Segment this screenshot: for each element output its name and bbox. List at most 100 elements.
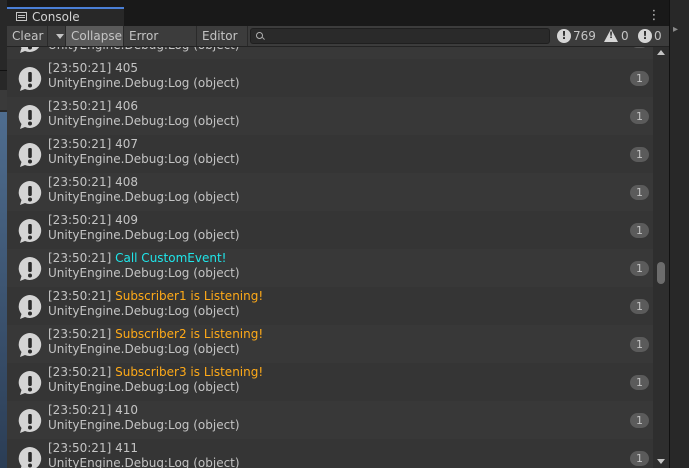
- collapse-toggle[interactable]: Collapse: [66, 26, 124, 46]
- collapse-label: Collapse: [71, 29, 122, 43]
- log-entry-source: UnityEngine.Debug:Log (object): [48, 228, 240, 242]
- log-entry-line: [23:50:21] Subscriber1 is Listening!: [48, 289, 263, 303]
- log-entry-time: [23:50:21] 409: [48, 213, 138, 227]
- warning-icon[interactable]: !: [604, 29, 618, 42]
- log-entry-count-badge: 1: [630, 337, 649, 352]
- log-entry-line: [23:50:21] 409: [48, 213, 138, 227]
- log-entry-time: [23:50:21]: [48, 289, 112, 303]
- log-entry-line: [23:50:21] Subscriber3 is Listening!: [48, 365, 263, 379]
- log-entry-message: Subscriber2 is Listening!: [115, 327, 264, 341]
- log-entry-source: UnityEngine.Debug:Log (object): [48, 266, 240, 280]
- log-entry-count-badge: 1: [630, 223, 649, 238]
- log-count[interactable]: 769: [573, 26, 596, 46]
- scene-view-fragment: [0, 112, 7, 468]
- clear-label: Clear: [12, 29, 44, 43]
- info-message-icon: [17, 256, 43, 282]
- clear-button[interactable]: Clear: [7, 26, 48, 46]
- info-message-icon: [17, 180, 43, 206]
- log-entry-time: [23:50:21] 408: [48, 175, 138, 189]
- editor-dropdown[interactable]: Editor: [197, 26, 248, 59]
- log-entry[interactable]: [23:50:21] 405 UnityEngine.Debug:Log (obj…: [7, 59, 653, 97]
- console-window: Console ⋮ Clear Collapse Error Pause Edi…: [7, 7, 669, 468]
- info-icon[interactable]: !: [557, 29, 571, 43]
- log-entry-time: [23:50:21]: [48, 251, 112, 265]
- log-entry[interactable]: [23:50:21] 410 UnityEngine.Debug:Log (obj…: [7, 401, 653, 439]
- log-entry[interactable]: [23:50:21] 408 UnityEngine.Debug:Log (obj…: [7, 173, 653, 211]
- log-entry-line: [23:50:21] 405: [48, 61, 138, 75]
- log-entry-count-badge: 1: [630, 451, 649, 466]
- log-entry-source: UnityEngine.Debug:Log (object): [48, 418, 240, 432]
- divider: [669, 0, 670, 468]
- tab-console[interactable]: Console: [7, 7, 124, 26]
- log-entry-time: [23:50:21] 407: [48, 137, 138, 151]
- clear-options-dropdown[interactable]: [48, 26, 66, 46]
- error-icon[interactable]: !: [638, 29, 652, 43]
- log-entry-message: Subscriber3 is Listening!: [115, 365, 264, 379]
- log-entry-source: UnityEngine.Debug:Log (object): [48, 456, 240, 468]
- log-entry-count-badge: 1: [630, 261, 649, 276]
- tab-label: Console: [32, 10, 80, 24]
- error-pause-toggle[interactable]: Error Pause: [124, 26, 197, 63]
- divider: [0, 70, 7, 71]
- log-entry-source: UnityEngine.Debug:Log (object): [48, 114, 240, 128]
- editor-label: Editor: [202, 29, 238, 43]
- log-entry-time: [23:50:21] 411: [48, 441, 138, 455]
- log-entry[interactable]: [23:50:21] Call CustomEvent! UnityEngine.…: [7, 249, 653, 287]
- log-entry-source: UnityEngine.Debug:Log (object): [48, 152, 240, 166]
- console-toolbar: Clear Collapse Error Pause Editor ! 769 …: [7, 26, 669, 63]
- log-entry-line: [23:50:21] 407: [48, 137, 138, 151]
- scroll-up-arrow-icon[interactable]: [657, 50, 665, 55]
- log-entry-count-badge: 1: [630, 185, 649, 200]
- log-entry-line: [23:50:21] 410: [48, 403, 138, 417]
- right-panel-edge: ▸: [669, 0, 689, 468]
- log-entry-message: Subscriber1 is Listening!: [115, 289, 264, 303]
- info-message-icon: [17, 294, 43, 320]
- log-entry-count-badge: 1: [630, 147, 649, 162]
- info-message-icon: [17, 66, 43, 92]
- log-entry-source: UnityEngine.Debug:Log (object): [48, 190, 240, 204]
- info-message-icon: [17, 446, 43, 468]
- panel-fragment: [0, 90, 7, 110]
- log-entry-source: UnityEngine.Debug:Log (object): [48, 76, 240, 90]
- warning-count[interactable]: 0: [621, 26, 629, 46]
- log-entry-count-badge: 1: [630, 375, 649, 390]
- info-message-icon: [17, 104, 43, 130]
- chevron-down-icon: [56, 34, 64, 39]
- more-options-icon[interactable]: ⋮: [647, 7, 661, 26]
- log-entry[interactable]: [23:50:21] 409 UnityEngine.Debug:Log (obj…: [7, 211, 653, 249]
- info-message-icon: [17, 332, 43, 358]
- log-entry[interactable]: [23:50:21] Subscriber1 is Listening! Unit…: [7, 287, 653, 325]
- log-entry[interactable]: [23:50:21] Subscriber3 is Listening! Unit…: [7, 363, 653, 401]
- log-list[interactable]: [23:50:21] 404UnityEngine.Debug:Log (obj…: [7, 47, 653, 468]
- info-message-icon: [17, 47, 43, 54]
- chevron-right-icon[interactable]: ▸: [673, 24, 678, 35]
- search-input[interactable]: [250, 28, 550, 44]
- log-entry-source: UnityEngine.Debug:Log (object): [48, 342, 240, 356]
- log-entry[interactable]: [23:50:21] 404UnityEngine.Debug:Log (obj…: [7, 47, 653, 59]
- scroll-down-arrow-icon[interactable]: [657, 459, 665, 464]
- info-message-icon: [17, 370, 43, 396]
- log-entry-time: [23:50:21] 406: [48, 99, 138, 113]
- error-count[interactable]: 0: [654, 26, 662, 46]
- log-entry-line: [23:50:21] Call CustomEvent!: [48, 251, 226, 265]
- console-icon: [16, 12, 27, 21]
- info-message-icon: [17, 142, 43, 168]
- log-entry-count-badge: 1: [630, 299, 649, 314]
- log-entry-count-badge: 1: [630, 71, 649, 86]
- tab-bar: Console ⋮: [7, 7, 669, 26]
- vertical-scrollbar[interactable]: [653, 47, 669, 468]
- log-entry-count-badge: 1: [630, 413, 649, 428]
- log-entry[interactable]: [23:50:21] 407 UnityEngine.Debug:Log (obj…: [7, 135, 653, 173]
- left-panel-edge: [0, 0, 7, 468]
- log-entry-time: [23:50:21] 405: [48, 61, 138, 75]
- log-entry-source: UnityEngine.Debug:Log (object): [48, 304, 240, 318]
- info-message-icon: [17, 218, 43, 244]
- log-entry-count-badge: 1: [630, 109, 649, 124]
- scrollbar-thumb[interactable]: [657, 262, 665, 284]
- log-entry[interactable]: [23:50:21] 406 UnityEngine.Debug:Log (obj…: [7, 97, 653, 135]
- log-entry-source: UnityEngine.Debug:Log (object): [48, 380, 240, 394]
- log-entry[interactable]: [23:50:21] 411 UnityEngine.Debug:Log (obj…: [7, 439, 653, 468]
- log-entry[interactable]: [23:50:21] Subscriber2 is Listening! Unit…: [7, 325, 653, 363]
- log-entry-line: [23:50:21] 406: [48, 99, 138, 113]
- log-entry-time: [23:50:21]: [48, 365, 112, 379]
